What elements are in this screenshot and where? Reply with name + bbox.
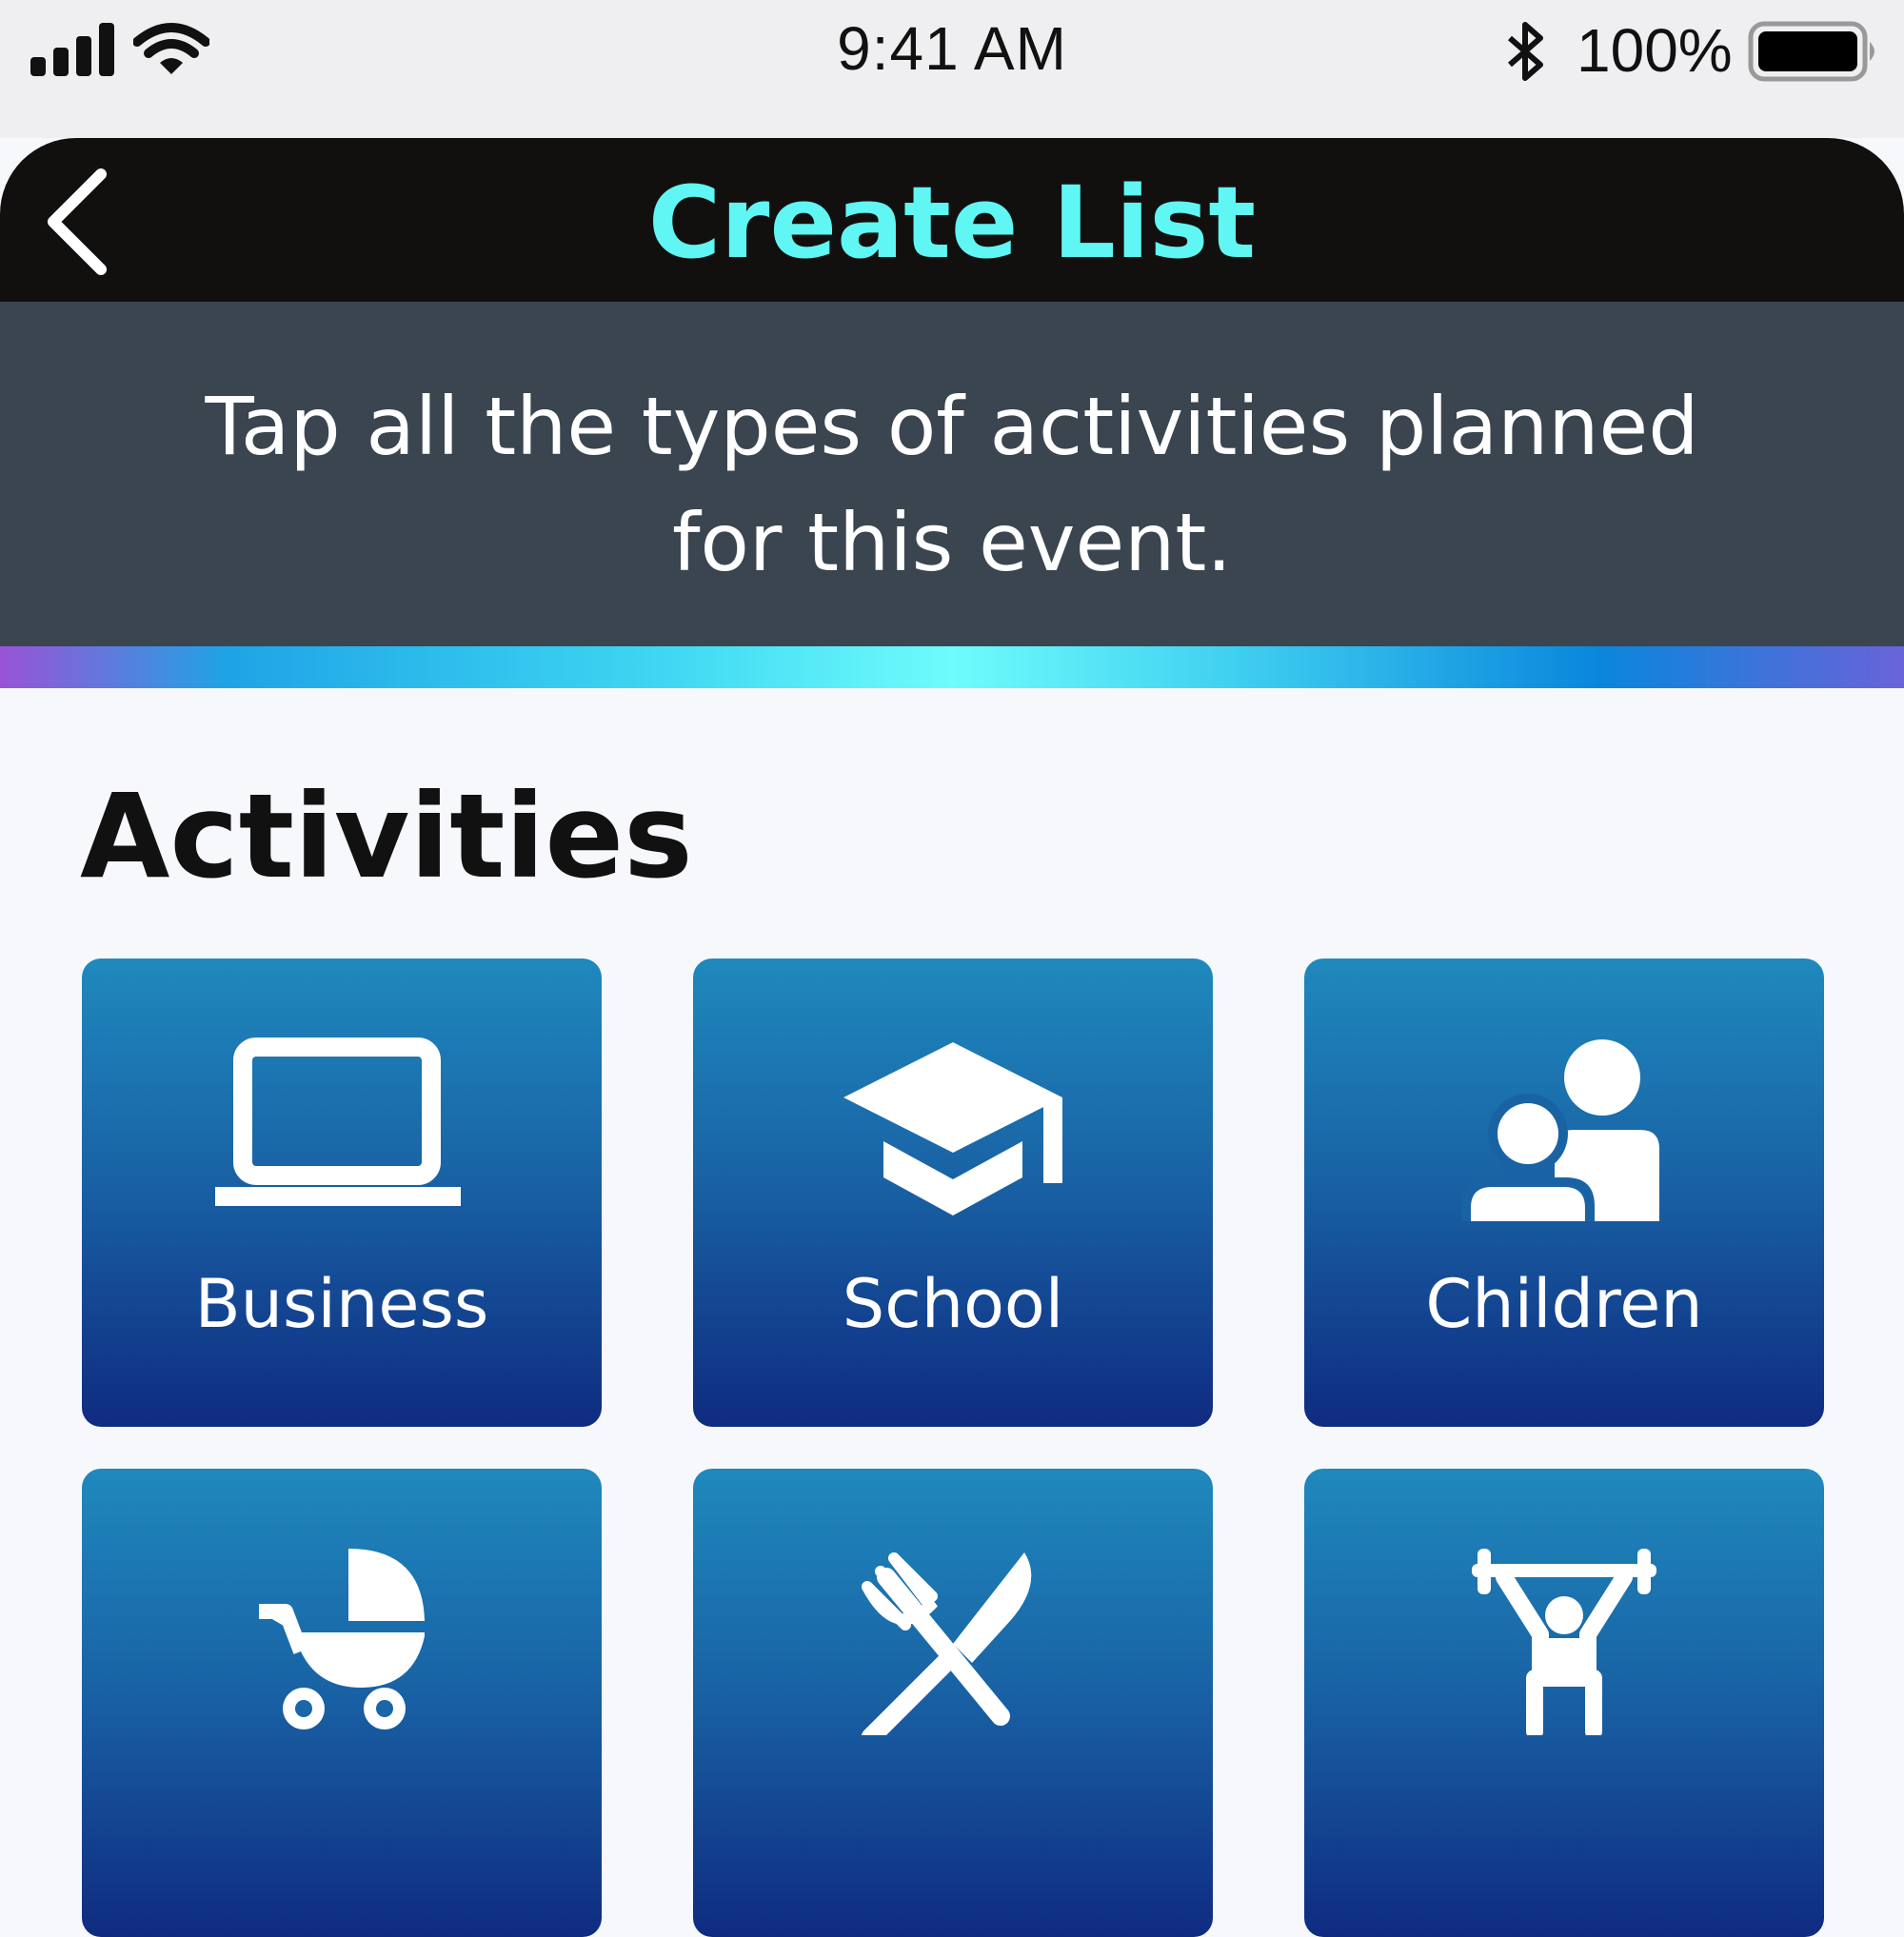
battery-percent: 100% [1577,16,1733,85]
tile-children[interactable]: Children [1304,959,1824,1427]
laptop-icon [215,1038,461,1206]
tile-school[interactable]: School [693,959,1213,1427]
page-title: Create List [647,165,1257,281]
parent-child-icon [1461,1039,1659,1221]
tile-fitness[interactable] [1304,1469,1824,1937]
graduation-cap-icon [843,1042,1062,1216]
fork-knife-icon [861,1552,1032,1735]
battery-icon [1748,21,1874,82]
bluetooth-icon [1508,22,1543,81]
section-title: Activities [80,769,693,904]
gradient-divider [0,646,1904,688]
tile-dining[interactable] [693,1469,1213,1937]
tile-label: School [842,1265,1064,1343]
instruction-banner: Tap all the types of activities planned … [0,302,1904,646]
tile-stroller[interactable] [82,1469,602,1937]
status-bar: 9:41 AM 100% [0,0,1904,138]
tile-label: Children [1425,1265,1703,1343]
instruction-text: Tap all the types of activities planned … [205,380,1699,589]
weightlifting-icon [1472,1549,1656,1735]
tile-label: Business [194,1265,489,1343]
tile-business[interactable]: Business [82,959,602,1427]
nav-header: Create List [0,138,1904,302]
stroller-icon [259,1549,425,1729]
